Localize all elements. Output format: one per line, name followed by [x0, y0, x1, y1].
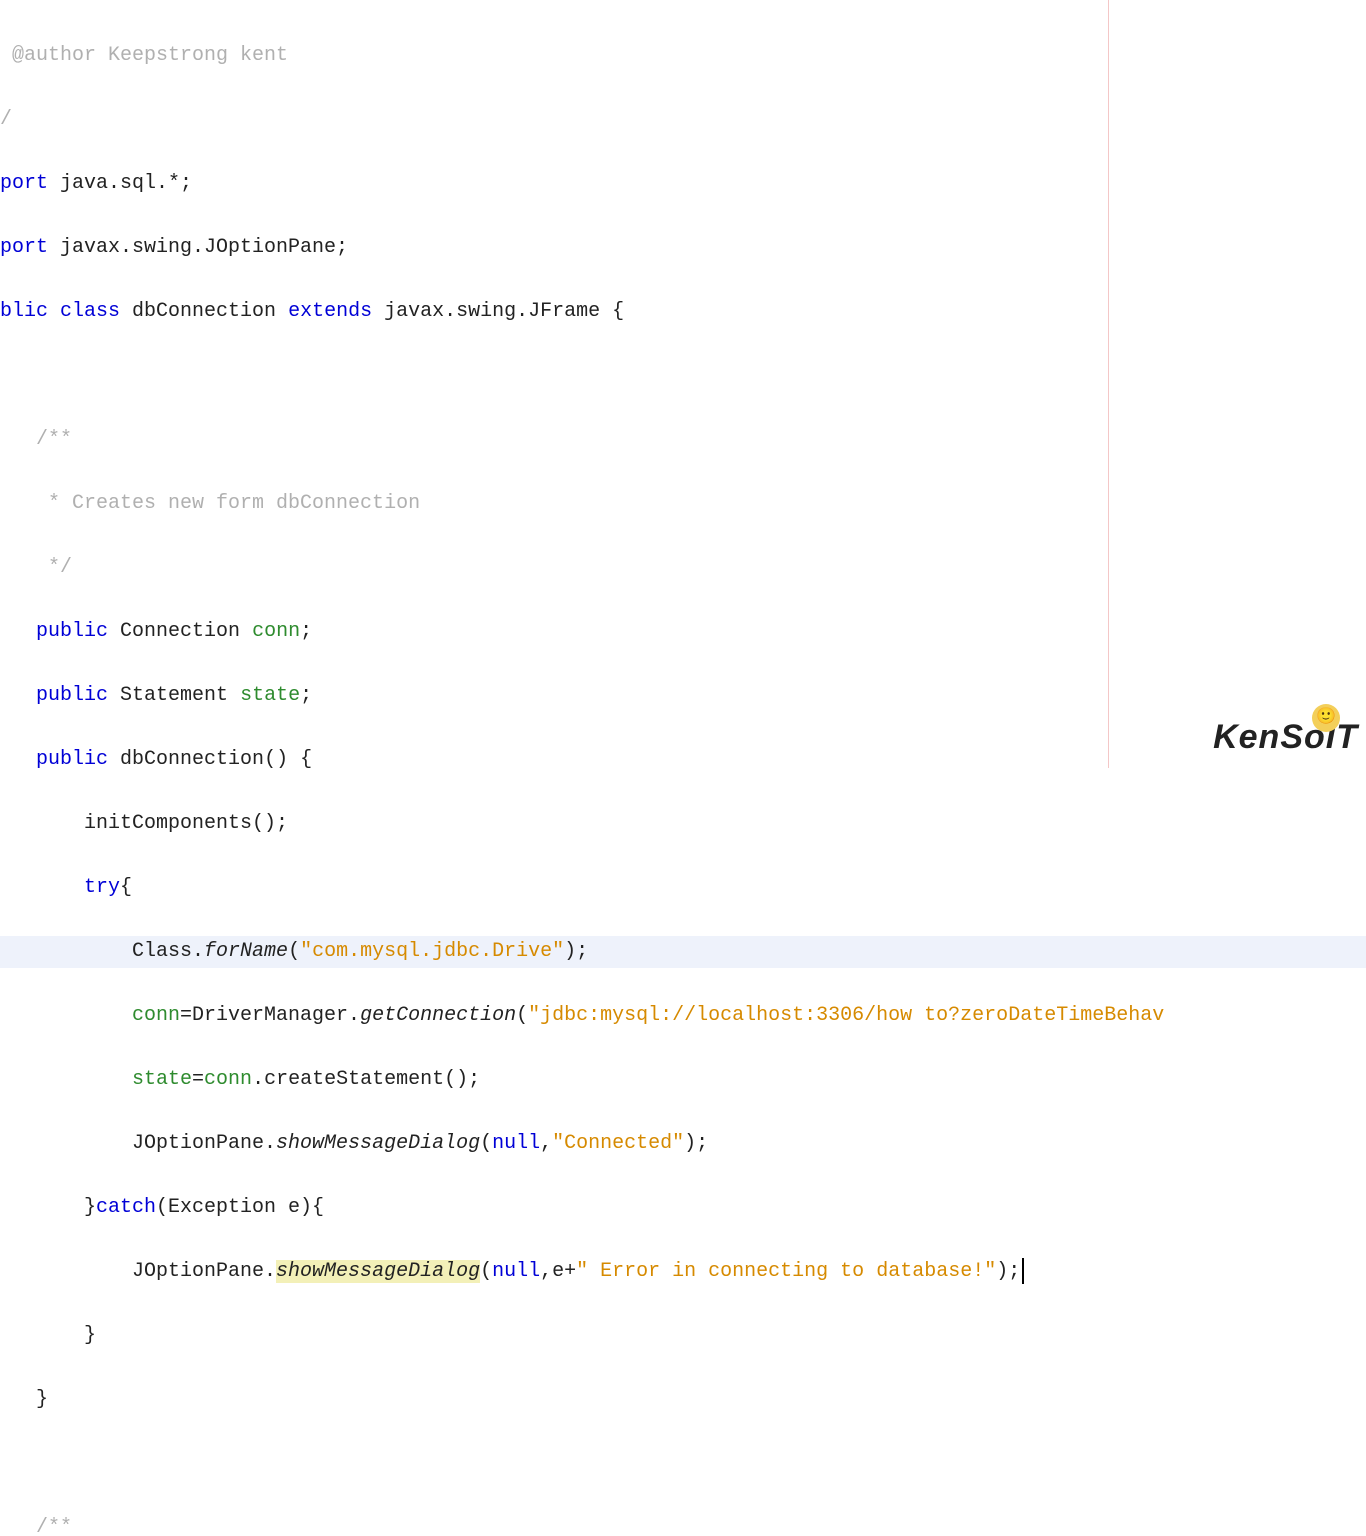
- code-text: }: [0, 1388, 48, 1411]
- code-text: "Connected": [552, 1132, 684, 1155]
- code-text: ,e+: [540, 1260, 576, 1283]
- code-text: "com.mysql.jdbc.Drive": [300, 940, 564, 963]
- code-text: ,: [540, 1132, 552, 1155]
- code-text: port: [0, 172, 60, 195]
- code-text: }: [0, 1324, 96, 1347]
- code-text: );: [684, 1132, 708, 1155]
- code-text: state: [0, 1068, 192, 1091]
- code-text: port: [0, 236, 60, 259]
- code-text: );: [996, 1260, 1020, 1283]
- code-text: @author Keepstrong kent: [0, 44, 288, 67]
- code-text: {: [120, 876, 132, 899]
- code-text: (: [288, 940, 300, 963]
- emoji-icon: 🙂: [1312, 704, 1340, 732]
- code-text: showMessageDialog: [276, 1132, 480, 1155]
- code-editor[interactable]: @author Keepstrong kent / port java.sql.…: [0, 0, 1366, 768]
- code-text: conn: [204, 1068, 252, 1091]
- right-margin-guide: [1108, 0, 1109, 768]
- code-text: .createStatement();: [252, 1068, 480, 1091]
- code-text: Statement: [120, 684, 240, 707]
- code-text: dbConnection: [132, 300, 288, 323]
- code-text: */: [0, 556, 72, 579]
- code-text: null: [492, 1260, 540, 1283]
- code-text: public: [0, 684, 120, 707]
- code-text: Connection: [120, 620, 252, 643]
- code-text: "jdbc:mysql://localhost:3306/how to?zero…: [528, 1004, 1164, 1027]
- code-text: initComponents();: [0, 812, 288, 835]
- code-text: (: [480, 1260, 492, 1283]
- code-text: forName: [204, 940, 288, 963]
- code-text: =: [192, 1068, 204, 1091]
- code-text: conn: [0, 1004, 180, 1027]
- code-text: =DriverManager.: [180, 1004, 360, 1027]
- code-text: extends: [288, 300, 384, 323]
- code-text: ;: [300, 620, 312, 643]
- code-text: blic class: [0, 300, 132, 323]
- code-text: Class.: [0, 940, 204, 963]
- code-text: javax.swing.JOptionPane;: [60, 236, 348, 259]
- code-text: showMessageDialog: [276, 1260, 480, 1283]
- code-text: * Creates new form dbConnection: [0, 492, 420, 515]
- code-text: public: [0, 620, 120, 643]
- code-text: );: [564, 940, 588, 963]
- code-text: /**: [0, 428, 72, 451]
- code-text: ;: [300, 684, 312, 707]
- code-text: try: [0, 876, 120, 899]
- code-text: JOptionPane.: [0, 1132, 276, 1155]
- code-text: JOptionPane.: [0, 1260, 276, 1283]
- code-text: /**: [0, 1516, 72, 1536]
- code-text: state: [240, 684, 300, 707]
- code-text: }: [0, 1196, 96, 1219]
- code-text: javax.swing.JFrame {: [384, 300, 624, 323]
- code-text: catch: [96, 1196, 156, 1219]
- code-text: (Exception e){: [156, 1196, 324, 1219]
- code-text: getConnection: [360, 1004, 516, 1027]
- text-cursor: [1022, 1258, 1024, 1284]
- code-text: conn: [252, 620, 300, 643]
- code-text: (: [480, 1132, 492, 1155]
- code-text: (: [516, 1004, 528, 1027]
- code-text: /: [0, 108, 12, 131]
- current-line: Class.forName("com.mysql.jdbc.Drive");: [0, 936, 1366, 968]
- code-text: null: [492, 1132, 540, 1155]
- code-text: java.sql.*;: [60, 172, 192, 195]
- code-text: " Error in connecting to database!": [576, 1260, 996, 1283]
